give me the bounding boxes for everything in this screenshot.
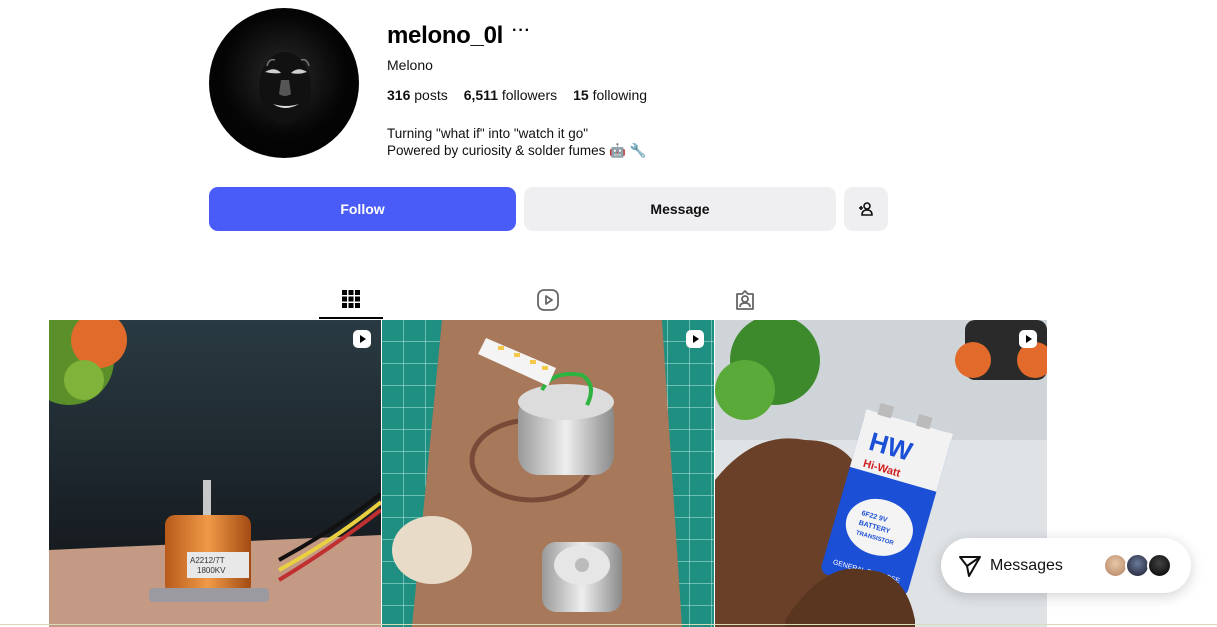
- messages-label: Messages: [990, 557, 1063, 574]
- tab-tagged[interactable]: [713, 280, 777, 319]
- profile-bio: Turning "what if" into "watch it go" Pow…: [387, 125, 646, 159]
- messages-button[interactable]: Messages: [941, 538, 1191, 593]
- svg-text:1800KV: 1800KV: [197, 566, 226, 575]
- more-options-icon[interactable]: ···: [512, 22, 531, 40]
- suggested-users-button[interactable]: [844, 187, 888, 231]
- page-bottom-divider: [0, 624, 1217, 625]
- posts-label: posts: [414, 87, 448, 103]
- posts-grid: A2212/7T 1800KV HW Hi-Watt 6F22 9V BATTE…: [49, 320, 1047, 627]
- following-label: following: [592, 87, 648, 103]
- tab-reels[interactable]: [516, 280, 580, 319]
- send-icon: [959, 556, 981, 577]
- message-button[interactable]: Message: [524, 187, 836, 231]
- tab-posts[interactable]: [319, 280, 383, 319]
- reel-icon: [1019, 330, 1037, 348]
- reel-icon: [686, 330, 704, 348]
- reels-icon: [537, 288, 559, 311]
- following-count: 15: [573, 87, 589, 103]
- following-link[interactable]: 15 following: [573, 87, 647, 103]
- bio-line-2: Powered by curiosity & solder fumes 🤖 🔧: [387, 143, 647, 158]
- followers-label: followers: [501, 87, 558, 103]
- posts-count-stat: 316 posts: [387, 87, 448, 103]
- follow-button[interactable]: Follow: [209, 187, 516, 231]
- tagged-icon: [736, 289, 754, 310]
- reel-icon: [353, 330, 371, 348]
- profile-avatar[interactable]: [209, 8, 359, 158]
- add-user-icon: [859, 202, 873, 216]
- svg-text:A2212/7T: A2212/7T: [190, 556, 225, 565]
- contact-avatar-3: [1147, 553, 1172, 578]
- profile-tabs: [0, 280, 1217, 320]
- bio-line-1: Turning "what if" into "watch it go": [387, 126, 589, 141]
- profile-stats: 316 posts 6,511 followers 15 following: [387, 87, 647, 103]
- profile-full-name: Melono: [387, 57, 433, 73]
- followers-link[interactable]: 6,511 followers: [464, 87, 557, 103]
- post-tile-2[interactable]: [382, 320, 714, 627]
- profile-username: melono_0l: [387, 22, 503, 49]
- grid-icon: [342, 289, 360, 308]
- post-thumbnail-motor: A2212/7T 1800KV: [49, 320, 381, 627]
- followers-count: 6,511: [463, 87, 498, 103]
- post-thumbnail-generator: [382, 320, 714, 627]
- posts-count: 316: [387, 87, 411, 103]
- post-tile-1[interactable]: A2212/7T 1800KV: [49, 320, 381, 627]
